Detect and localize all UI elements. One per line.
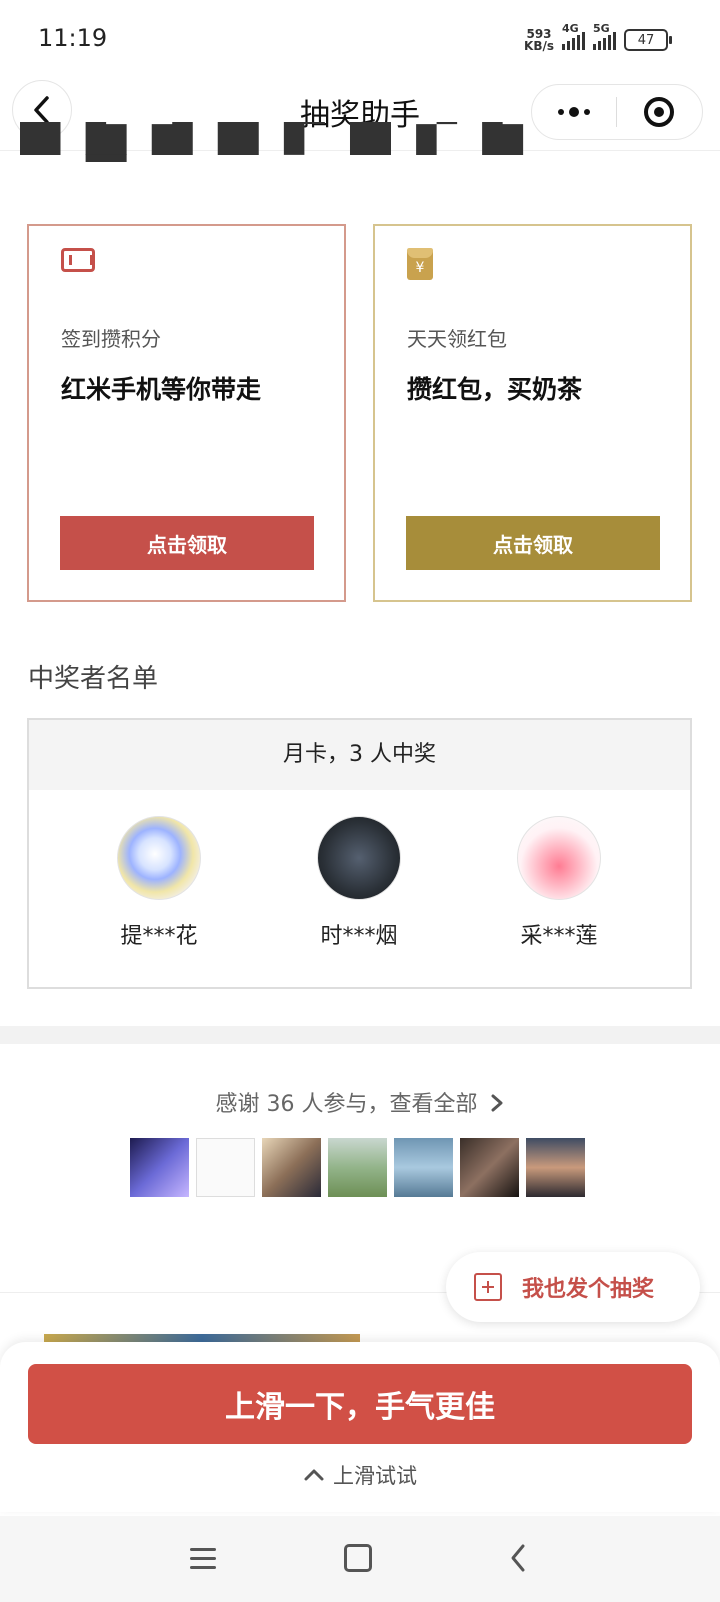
claim-button[interactable]: 点击领取 — [406, 516, 660, 570]
winner-name: 时***烟 — [320, 924, 398, 949]
dot-icon — [569, 107, 579, 117]
swipe-hint[interactable]: 上滑试试 — [0, 1460, 720, 1490]
participant-avatar[interactable] — [196, 1138, 255, 1197]
red-envelope-icon: ¥ — [407, 248, 433, 280]
system-navigation-bar — [0, 1516, 720, 1602]
create-lottery-label: 我也发个抽奖 — [522, 1277, 655, 1302]
avatar — [117, 816, 201, 900]
sim2-label: 5G — [593, 22, 610, 35]
avatar — [517, 816, 601, 900]
plus-square-icon — [474, 1273, 502, 1301]
back-arrow-icon — [511, 1544, 525, 1572]
ticket-icon — [61, 248, 95, 272]
status-indicators: 593 KB/s 4G 5G 47 — [524, 22, 672, 54]
avatar — [317, 816, 401, 900]
swipe-up-button[interactable]: 上滑一下，手气更佳 — [28, 1364, 692, 1444]
claim-button[interactable]: 点击领取 — [60, 516, 314, 570]
winner-name: 采***莲 — [520, 924, 598, 949]
scrolled-heading-fragment: ▆ ▙ ▟ ▅ ▛ ▇ ▞ ▙ ▆ ▜ — [20, 122, 527, 162]
target-circle-icon — [644, 97, 674, 127]
create-lottery-button[interactable]: 我也发个抽奖 — [446, 1252, 700, 1322]
card-title: 红米手机等你带走 — [61, 375, 262, 404]
menu-icon — [190, 1547, 216, 1569]
battery-icon: 47 — [624, 29, 672, 51]
participant-avatar[interactable] — [328, 1138, 387, 1197]
system-back-button[interactable] — [503, 1542, 533, 1574]
chevron-left-icon — [34, 96, 49, 124]
network-speed: 593 KB/s — [524, 28, 554, 52]
participant-avatar[interactable] — [262, 1138, 321, 1197]
card-subtitle: 天天领红包 — [407, 327, 507, 351]
network-speed-unit: KB/s — [524, 39, 554, 53]
status-time: 11:19 — [38, 24, 108, 52]
dot-icon — [558, 109, 564, 115]
winners-header: 月卡，3 人中奖 — [29, 720, 690, 790]
participant-avatar[interactable] — [394, 1138, 453, 1197]
winner-item[interactable]: 采***莲 — [479, 816, 639, 950]
winners-list: 月卡，3 人中奖 提***花 时***烟 采***莲 — [27, 718, 692, 989]
chevron-right-icon — [491, 1094, 503, 1112]
recent-apps-button[interactable] — [188, 1542, 218, 1574]
section-separator — [0, 1026, 720, 1044]
card-title: 攒红包，买奶茶 — [407, 375, 583, 404]
home-button[interactable] — [343, 1542, 373, 1574]
card-subtitle: 签到攒积分 — [61, 327, 161, 351]
winner-item[interactable]: 提***花 — [79, 816, 239, 950]
winner-name: 提***花 — [120, 924, 198, 949]
winners-section-title: 中奖者名单 — [28, 664, 159, 694]
winner-item[interactable]: 时***烟 — [279, 816, 439, 950]
home-square-icon — [344, 1544, 372, 1572]
checkin-card: 签到攒积分 红米手机等你带走 点击领取 — [27, 224, 346, 602]
battery-level: 47 — [637, 32, 655, 48]
red-envelope-card: ¥ 天天领红包 攒红包，买奶茶 点击领取 — [373, 224, 692, 602]
status-bar: 11:19 593 KB/s 4G 5G 47 — [0, 0, 720, 80]
close-mini-program-button[interactable] — [617, 85, 701, 139]
participant-avatar[interactable] — [460, 1138, 519, 1197]
view-all-participants-link[interactable]: 感谢 36 人参与，查看全部 — [0, 1086, 720, 1118]
signal-4g-icon: 4G — [562, 22, 585, 50]
dot-icon — [584, 109, 590, 115]
swipe-hint-label: 上滑试试 — [333, 1464, 417, 1488]
participants-thanks-text: 感谢 36 人参与，查看全部 — [215, 1092, 478, 1117]
participant-avatars — [130, 1138, 585, 1197]
bottom-sheet: 上滑一下，手气更佳 上滑试试 — [0, 1342, 720, 1512]
signal-5g-icon: 5G — [593, 22, 616, 50]
sim1-label: 4G — [562, 22, 579, 35]
chevron-up-icon — [304, 1469, 324, 1481]
participant-avatar[interactable] — [526, 1138, 585, 1197]
participant-avatar[interactable] — [130, 1138, 189, 1197]
